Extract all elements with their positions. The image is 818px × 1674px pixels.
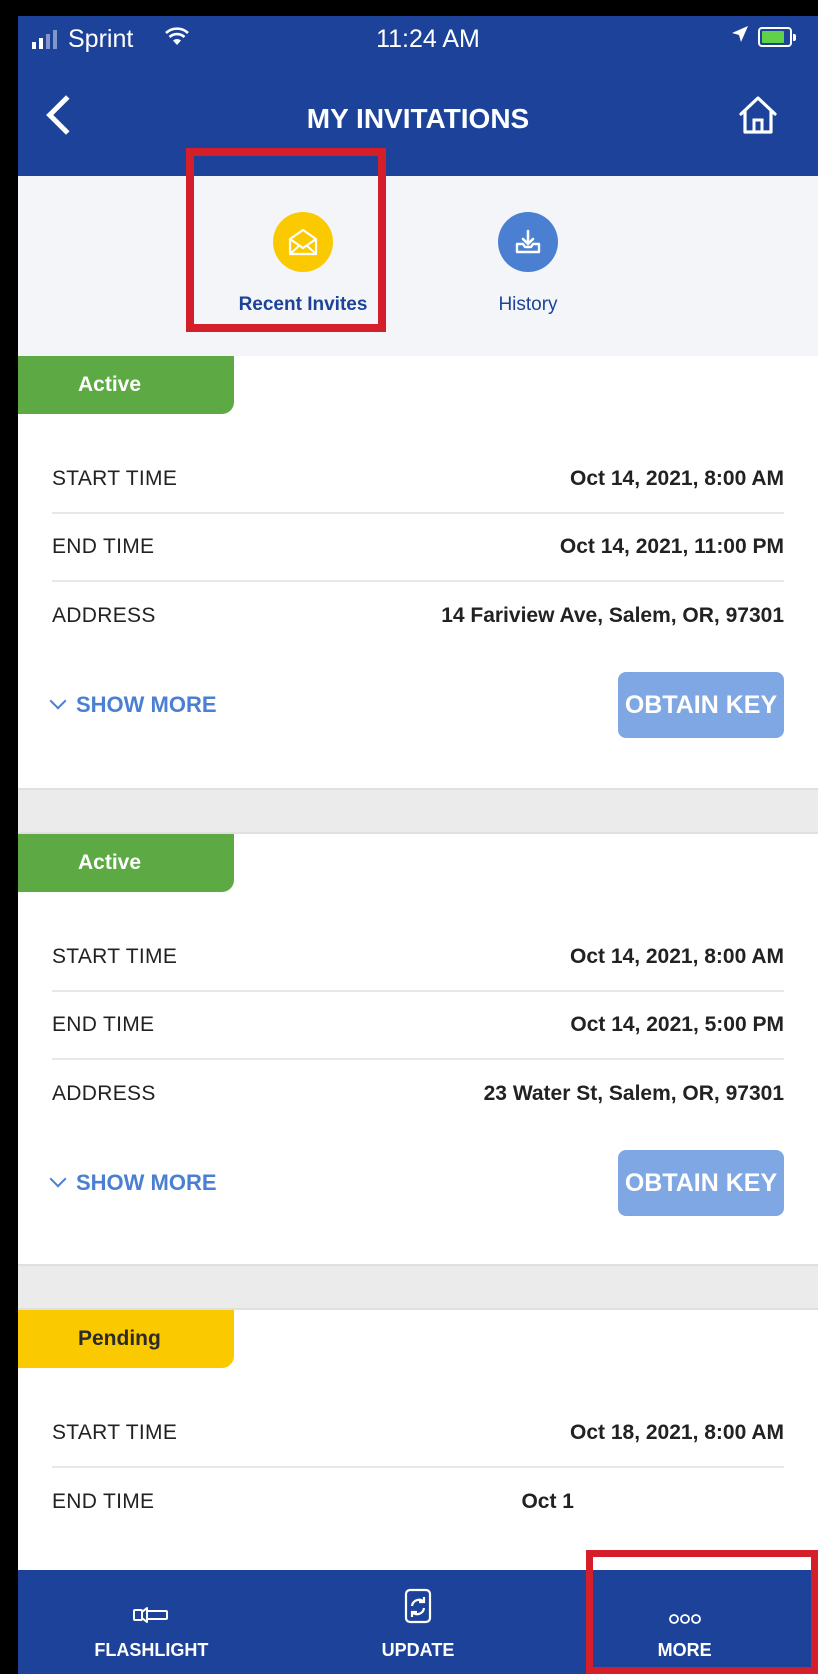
start-time-row: START TIME Oct 14, 2021, 8:00 AM [52, 446, 784, 514]
download-tray-icon [498, 212, 558, 272]
tab-history[interactable]: History [443, 212, 613, 316]
show-more-button[interactable]: SHOW MORE [49, 1170, 217, 1196]
envelope-icon [273, 212, 333, 272]
start-time-label: START TIME [52, 1421, 178, 1444]
start-time-row: START TIME Oct 18, 2021, 8:00 AM [52, 1400, 784, 1468]
tab-recent-invites-label: Recent Invites [238, 294, 368, 315]
start-time-label: START TIME [52, 945, 178, 968]
end-time-value: Oct 14, 2021, 5:00 PM [570, 1013, 784, 1036]
end-time-row: END TIME Oct 1 [52, 1468, 784, 1536]
status-badge: Active [18, 356, 234, 414]
status-badge: Active [18, 834, 234, 892]
tab-update[interactable]: UPDATE [285, 1570, 552, 1674]
obtain-key-button[interactable]: OBTAIN KEY [618, 672, 784, 738]
address-label: ADDRESS [52, 1082, 156, 1105]
address-value: 14 Fariview Ave, Salem, OR, 97301 [441, 604, 784, 627]
end-time-label: END TIME [52, 1013, 155, 1036]
chevron-down-icon [49, 1170, 67, 1188]
bottom-tab-bar: FLASHLIGHT UPDATE MORE [18, 1570, 818, 1674]
end-time-label: END TIME [52, 535, 155, 558]
address-row: ADDRESS 14 Fariview Ave, Salem, OR, 9730… [52, 582, 784, 650]
home-icon[interactable] [736, 93, 780, 142]
address-label: ADDRESS [52, 604, 156, 627]
end-time-label: END TIME [52, 1490, 155, 1513]
end-time-value: Oct 14, 2021, 11:00 PM [559, 535, 784, 558]
address-value: 23 Water St, Salem, OR, 97301 [483, 1082, 784, 1105]
chevron-down-icon [49, 692, 67, 710]
battery-icon [758, 27, 796, 47]
start-time-value: Oct 14, 2021, 8:00 AM [570, 467, 784, 490]
start-time-value: Oct 18, 2021, 8:00 AM [570, 1421, 784, 1444]
end-time-value: Oct 1 [521, 1490, 574, 1513]
show-more-button[interactable]: SHOW MORE [49, 692, 217, 718]
tab-more-label: MORE [657, 1640, 712, 1660]
invitation-card: Pending START TIME Oct 18, 2021, 8:00 AM… [18, 1310, 818, 1610]
start-time-value: Oct 14, 2021, 8:00 AM [570, 945, 784, 968]
status-bar: Sprint 11:24 AM [18, 16, 818, 62]
start-time-label: START TIME [52, 467, 178, 490]
tab-recent-invites[interactable]: Recent Invites [218, 212, 388, 316]
end-time-row: END TIME Oct 14, 2021, 11:00 PM [52, 514, 784, 582]
nav-bar: MY INVITATIONS [18, 61, 818, 176]
tab-flashlight[interactable]: FLASHLIGHT [18, 1570, 285, 1674]
invitation-card: Active START TIME Oct 14, 2021, 8:00 AM … [18, 834, 818, 1264]
card-separator [18, 1264, 818, 1310]
invitation-card: Active START TIME Oct 14, 2021, 8:00 AM … [18, 356, 818, 788]
end-time-row: END TIME Oct 14, 2021, 5:00 PM [52, 992, 784, 1060]
update-icon [285, 1570, 552, 1626]
tab-more[interactable]: MORE [551, 1570, 818, 1674]
flashlight-icon [18, 1570, 285, 1626]
address-row: ADDRESS 23 Water St, Salem, OR, 97301 [52, 1060, 784, 1128]
page-title: MY INVITATIONS [306, 103, 530, 134]
card-separator [18, 788, 818, 834]
invite-tabs: Recent Invites History [18, 176, 818, 356]
show-more-label: SHOW MORE [76, 692, 217, 717]
status-time: 11:24 AM [376, 25, 480, 53]
tab-history-label: History [498, 294, 558, 315]
tab-flashlight-label: FLASHLIGHT [94, 1640, 209, 1660]
obtain-key-button[interactable]: OBTAIN KEY [618, 1150, 784, 1216]
status-badge: Pending [18, 1310, 234, 1368]
start-time-row: START TIME Oct 14, 2021, 8:00 AM [52, 924, 784, 992]
phone-screen: Sprint 11:24 AM MY INVITATIONS Recent In… [18, 16, 818, 1674]
tab-update-label: UPDATE [381, 1640, 455, 1660]
more-dots-icon [551, 1570, 818, 1626]
show-more-label: SHOW MORE [76, 1170, 217, 1195]
location-arrow-icon [730, 24, 750, 50]
